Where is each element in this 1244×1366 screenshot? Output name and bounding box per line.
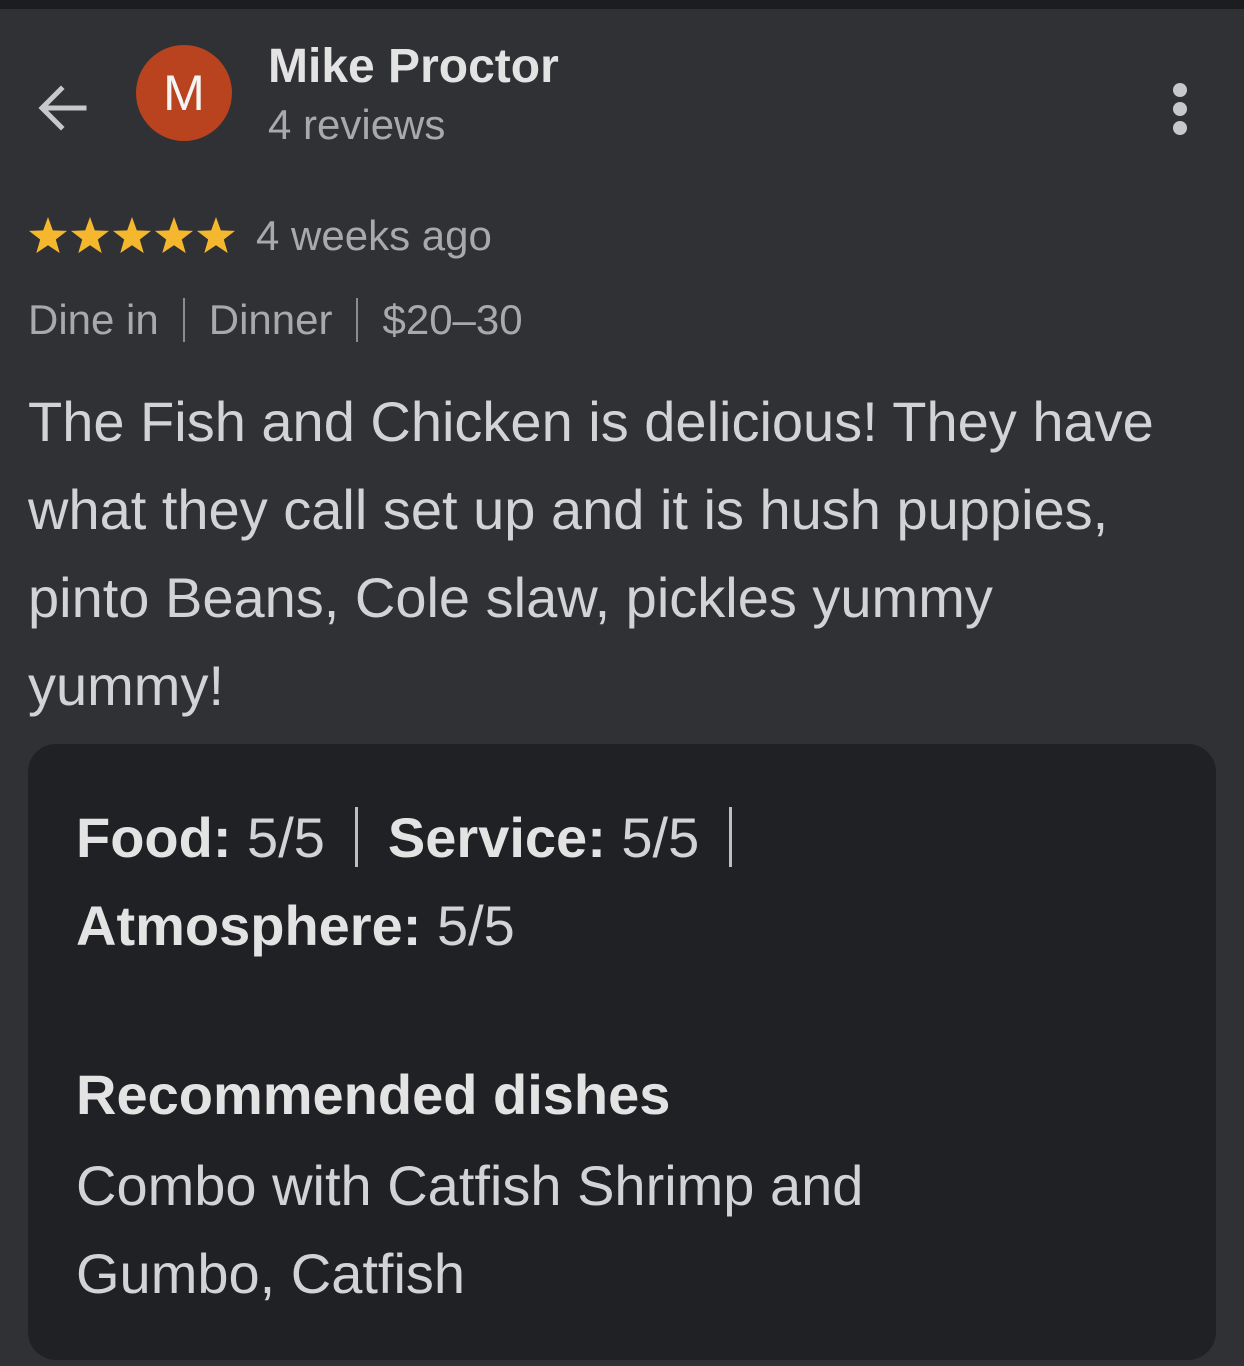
review-details-card: Food: 5/5 Service: 5/5Atmosphere: 5/5 Rec…: [28, 744, 1216, 1360]
avatar[interactable]: M: [136, 45, 232, 141]
recommended-dishes-title: Recommended dishes: [76, 1063, 671, 1126]
review-count: 4 reviews: [268, 101, 446, 148]
star-icon: [28, 217, 68, 254]
author-name[interactable]: Mike Proctor: [268, 39, 559, 94]
tag-meal-type: Dinner: [208, 296, 333, 343]
visit-tags: Dine in Dinner $20–30: [28, 296, 523, 344]
star-icon: [112, 217, 152, 254]
score-divider: [354, 807, 358, 867]
food-score-label: Food:: [76, 806, 232, 869]
star-rating: [28, 216, 238, 256]
review-screen: M Mike Proctor 4 reviews 4 weeks ago Din…: [0, 0, 1244, 1366]
score-divider: [729, 807, 733, 867]
arrow-left-icon: [38, 85, 87, 131]
food-score-value: 5/5: [247, 806, 325, 869]
tag-price: $20–30: [382, 296, 523, 343]
category-scores: Food: 5/5 Service: 5/5Atmosphere: 5/5: [76, 794, 856, 970]
atmosphere-score-value: 5/5: [436, 894, 515, 957]
tag-service-type: Dine in: [28, 296, 159, 343]
more-options-button[interactable]: [1160, 81, 1200, 137]
star-icon: [196, 217, 236, 254]
star-icon: [154, 217, 194, 254]
status-bar-strip: [0, 0, 1244, 9]
service-score-value: 5/5: [621, 806, 700, 869]
review-header: M Mike Proctor 4 reviews: [0, 9, 1244, 179]
review-date: 4 weeks ago: [256, 212, 492, 259]
tag-divider: [182, 298, 185, 342]
atmosphere-score-label: Atmosphere:: [76, 894, 422, 957]
review-text: The Fish and Chicken is delicious! They …: [28, 390, 1154, 717]
back-button[interactable]: [30, 75, 96, 141]
service-score-label: Service:: [387, 806, 606, 869]
tag-divider: [356, 298, 359, 342]
star-icon: [70, 217, 110, 254]
recommended-dishes-list: Combo with Catfish Shrimp and Gumbo, Cat…: [76, 1154, 864, 1305]
